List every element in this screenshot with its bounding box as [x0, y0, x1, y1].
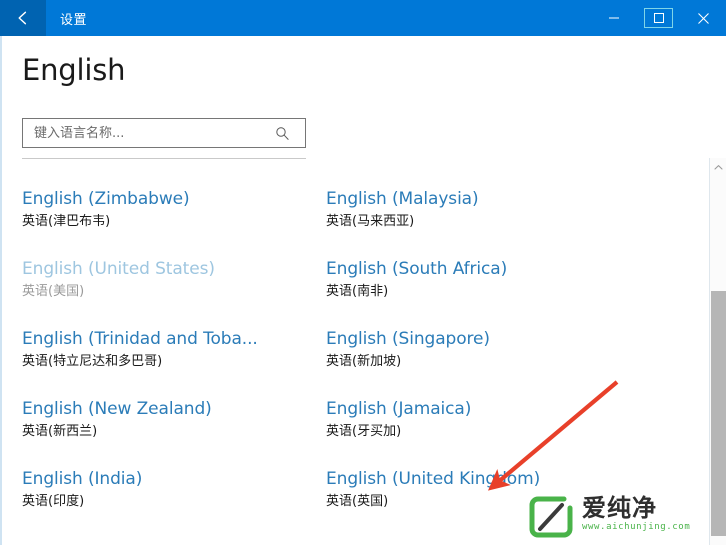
language-list-viewport[interactable]: English (Caribbean) 英语(加勒比海) English (Ca…	[0, 158, 726, 545]
page-body: English English (Caribbean) 英语(加勒比海)	[0, 36, 726, 545]
scroll-up-button[interactable]	[710, 158, 726, 175]
language-name-zh: 英语(加勒比海)	[22, 158, 326, 162]
maximize-button[interactable]	[636, 0, 681, 36]
search-icon[interactable]	[268, 126, 296, 141]
language-item[interactable]: English (Singapore) 英语(新加坡)	[326, 328, 630, 398]
chevron-up-icon	[713, 158, 723, 176]
language-name-zh: 英语(南非)	[326, 284, 389, 299]
table-row: English (India) 英语(印度) English (United K…	[0, 468, 700, 538]
table-row: English (United States) 英语(美国) English (…	[0, 258, 700, 328]
back-arrow-icon	[13, 8, 33, 28]
close-button[interactable]	[681, 0, 726, 36]
language-name-en: English (United States)	[22, 259, 215, 279]
language-name-en: English (Singapore)	[326, 329, 490, 349]
language-name-zh: 英语(津巴布韦)	[22, 214, 111, 229]
search-input[interactable]	[32, 119, 268, 147]
language-name-zh: 英语(美国)	[22, 284, 85, 299]
table-row: English (Zimbabwe) 英语(津巴布韦) English (Mal…	[0, 188, 700, 258]
language-name-en: English (Jamaica)	[326, 399, 472, 419]
vertical-scrollbar[interactable]	[709, 158, 726, 545]
minimize-icon	[608, 12, 620, 24]
language-name-zh: 英语(印度)	[22, 494, 85, 509]
language-name-zh: 英语(英国)	[326, 494, 389, 509]
page-title: English	[22, 53, 126, 87]
language-name-zh: 英语(马来西亚)	[326, 214, 415, 229]
language-name-en: English (Malaysia)	[326, 189, 479, 209]
language-item-united-kingdom[interactable]: English (United Kingdom) 英语(英国)	[326, 468, 630, 538]
close-icon	[697, 12, 710, 25]
table-row: English (Trinidad and Toba... 英语(特立尼达和多巴…	[0, 328, 700, 398]
language-name-zh: 英语(牙买加)	[326, 424, 402, 439]
language-item[interactable]: English (India) 英语(印度)	[22, 468, 326, 538]
language-item[interactable]: English (Jamaica) 英语(牙买加)	[326, 398, 630, 468]
window-controls	[591, 0, 726, 36]
language-item[interactable]: English (Caribbean) 英语(加勒比海)	[22, 158, 326, 188]
settings-window: 设置 English 键入语言名称... English (Zimbabwe) …	[0, 0, 726, 545]
language-name-zh: 英语(新加坡)	[326, 354, 402, 369]
language-name-en: English (South Africa)	[326, 259, 508, 279]
title-bar: 设置	[0, 0, 726, 36]
language-item[interactable]: English (New Zealand) 英语(新西兰)	[22, 398, 326, 468]
language-item[interactable]: English (Trinidad and Toba... 英语(特立尼达和多巴…	[22, 328, 326, 398]
window-title: 设置	[60, 12, 88, 28]
language-name-en: English (United Kingdom)	[326, 469, 541, 489]
language-name-en: English (India)	[22, 469, 143, 489]
search-box[interactable]	[22, 118, 306, 148]
language-item[interactable]: English (Canada) 英语(加拿大)	[326, 158, 630, 188]
maximize-icon	[653, 12, 665, 24]
language-name-en: English (New Zealand)	[22, 399, 212, 419]
language-item[interactable]: English (Malaysia) 英语(马来西亚)	[326, 188, 630, 258]
language-item[interactable]: English (Zimbabwe) 英语(津巴布韦)	[22, 188, 326, 258]
language-name-zh: 英语(特立尼达和多巴哥)	[22, 354, 163, 369]
language-list: English (Caribbean) 英语(加勒比海) English (Ca…	[0, 158, 700, 538]
back-button[interactable]	[0, 0, 46, 36]
language-name-en: English (Zimbabwe)	[22, 189, 190, 209]
table-row: English (Caribbean) 英语(加勒比海) English (Ca…	[0, 158, 700, 188]
language-item-disabled: English (United States) 英语(美国)	[22, 258, 326, 328]
language-name-zh: 英语(加拿大)	[326, 158, 630, 162]
language-item[interactable]: English (South Africa) 英语(南非)	[326, 258, 630, 328]
table-row: English (New Zealand) 英语(新西兰) English (J…	[0, 398, 700, 468]
language-name-zh: 英语(新西兰)	[22, 424, 98, 439]
minimize-button[interactable]	[591, 0, 636, 36]
scrollbar-thumb[interactable]	[711, 291, 726, 536]
language-name-en: English (Trinidad and Toba...	[22, 329, 258, 349]
